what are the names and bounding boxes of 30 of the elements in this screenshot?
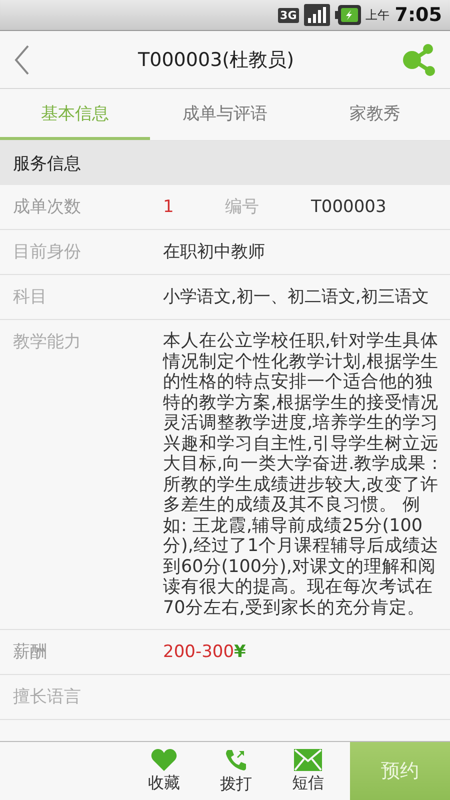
mail-icon bbox=[294, 748, 322, 770]
field-label: 科目 bbox=[13, 286, 48, 308]
network-indicator: 3G bbox=[278, 8, 299, 22]
field-label: 薪酬 bbox=[13, 641, 48, 663]
section-header: 服务信息 bbox=[0, 141, 450, 185]
heart-icon bbox=[151, 748, 177, 770]
field-value: T000003 bbox=[311, 196, 388, 218]
tab[interactable]: 成单与评语 bbox=[150, 89, 300, 140]
field-label: 教学能力 bbox=[13, 331, 82, 353]
field-label: 成单次数 bbox=[13, 196, 82, 218]
phone-icon bbox=[224, 748, 248, 772]
signal-icon bbox=[304, 4, 330, 26]
field-value: 1 bbox=[163, 196, 175, 218]
field-value: 小学语文,初一、初二语文,初三语文 bbox=[163, 286, 430, 308]
field-value: 在职初中教师 bbox=[163, 241, 266, 263]
tab[interactable]: 家教秀 bbox=[300, 89, 450, 140]
field-value: 200-300¥ bbox=[163, 641, 247, 663]
field-label: 编号 bbox=[225, 196, 260, 218]
page-title: T000003(杜教员) bbox=[138, 48, 294, 72]
heart-button[interactable]: 收藏 bbox=[128, 742, 200, 800]
mail-button[interactable]: 短信 bbox=[272, 742, 344, 800]
field-label: 目前身份 bbox=[13, 241, 82, 263]
battery-icon bbox=[334, 5, 361, 25]
share-button[interactable] bbox=[402, 44, 436, 76]
clock-time: 7:05 bbox=[394, 4, 442, 26]
time-period: 上午 bbox=[366, 6, 390, 24]
phone-button[interactable]: 拨打 bbox=[200, 742, 272, 800]
field-value: 本人在公立学校任职,针对学生具体情况制定个性化教学计划,根据学生的性格的特点安排一个适合他的独特的教学方案,根据学生的接受情况灵活调整教学进度,培养学生的学习兴趣和学习自主性,引导学生树立远大目标,向一类大学奋进.教学成果 : 所教的学生成绩进步较大,改变了许多差生的成绩及其不良习惯。 例如: 王龙霞,辅导前成绩25分(100分),经过了1个月课程辅导后成绩达到60分(100分),对课文的理解和阅读有很大的提高。现在每次考试在70分左右,受到家长的充分肯定。 bbox=[163, 331, 440, 618]
back-button[interactable] bbox=[14, 44, 30, 74]
field-label: 擅长语言 bbox=[13, 686, 82, 708]
